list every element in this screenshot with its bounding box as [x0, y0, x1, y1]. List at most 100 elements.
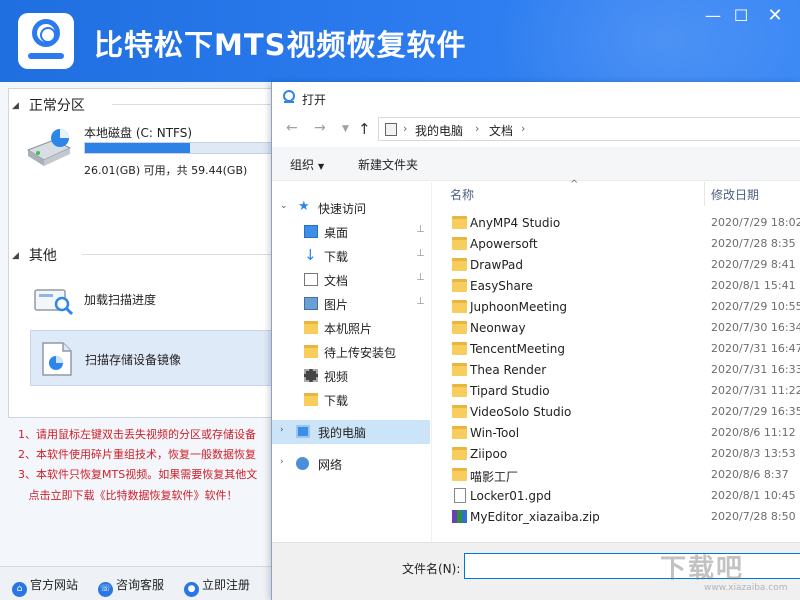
load-scan-progress-item[interactable]: 加载扫描进度	[84, 291, 156, 308]
load-progress-icon[interactable]	[34, 284, 74, 316]
up-arrow-icon[interactable]: ↑	[358, 120, 371, 138]
video-icon	[304, 369, 318, 382]
disk-usage-fill	[85, 143, 191, 153]
computer-icon	[296, 425, 310, 438]
file-name: VideoSolo Studio	[470, 405, 572, 419]
file-modified-date: 2020/8/3 13:53	[711, 447, 796, 460]
dialog-title: 打开	[302, 93, 327, 107]
folder-icon	[452, 363, 467, 376]
forward-arrow-icon[interactable]: →	[314, 120, 326, 136]
organize-button[interactable]: 组织 ▼	[290, 156, 324, 173]
documents-icon	[304, 273, 318, 286]
app-logo-icon	[18, 13, 74, 69]
nav-quick-access[interactable]: ⌄ ★ 快速访问	[272, 196, 430, 220]
file-row[interactable]: VideoSolo Studio 2020/7/29 16:35	[432, 402, 800, 423]
column-divider[interactable]	[704, 182, 705, 206]
recent-locations-chevron-icon[interactable]: ▼	[342, 124, 349, 134]
back-arrow-icon[interactable]: ←	[286, 120, 298, 136]
file-name: Win-Tool	[470, 426, 520, 440]
close-button[interactable]: ✕	[760, 4, 790, 28]
file-row[interactable]: DrawPad 2020/7/29 8:41	[432, 255, 800, 276]
help-note-2: 2、本软件使用碎片重组技术，恢复一般数据恢复	[18, 448, 256, 461]
file-row[interactable]: Win-Tool 2020/8/6 11:12	[432, 423, 800, 444]
star-icon: ★	[298, 199, 310, 214]
file-name: Locker01.gpd	[470, 489, 552, 503]
nav-item[interactable]: 视频	[272, 364, 430, 388]
nav-my-pc[interactable]: › 我的电脑	[272, 420, 430, 444]
filename-input[interactable]	[464, 553, 800, 579]
register-link[interactable]: ● 立即注册	[184, 576, 250, 597]
minimize-button[interactable]: —	[698, 4, 728, 28]
file-row[interactable]: 喵影工厂 2020/8/6 8:37	[432, 465, 800, 486]
file-row[interactable]: JuphoonMeeting 2020/7/29 10:55	[432, 297, 800, 318]
chevron-right-icon: ›	[280, 425, 284, 435]
file-modified-date: 2020/8/1 15:41	[711, 279, 796, 292]
file-name: EasyShare	[470, 279, 533, 293]
file-row[interactable]: EasyShare 2020/8/1 15:41	[432, 276, 800, 297]
file-modified-date: 2020/7/31 11:22	[711, 384, 800, 397]
file-modified-date: 2020/7/29 18:02	[711, 216, 800, 229]
nav-item[interactable]: 图片 ⊥	[272, 292, 430, 316]
filename-label: 文件名(N):	[402, 562, 461, 576]
nav-item[interactable]: 桌面 ⊥	[272, 220, 430, 244]
folder-icon	[452, 447, 467, 460]
nav-item[interactable]: 下载	[272, 388, 430, 412]
file-name: Thea Render	[470, 363, 547, 377]
file-name: MyEditor_xiazaiba.zip	[470, 510, 600, 524]
folder-icon	[452, 300, 467, 313]
breadcrumb-separator-icon: ›	[475, 122, 480, 135]
breadcrumb-documents[interactable]: 文档	[489, 122, 513, 139]
section-normal-partition[interactable]: ◢ 正常分区	[12, 95, 85, 115]
maximize-button[interactable]: ☐	[726, 4, 756, 28]
column-header-name[interactable]: 名称	[450, 186, 474, 203]
file-row[interactable]: Ziipoo 2020/8/3 13:53	[432, 444, 800, 465]
chevron-right-icon: ›	[280, 457, 284, 467]
file-row[interactable]: Neonway 2020/7/30 16:34	[432, 318, 800, 339]
file-row[interactable]: Thea Render 2020/7/31 16:33	[432, 360, 800, 381]
folder-icon	[304, 321, 318, 334]
local-disk-name[interactable]: 本地磁盘 (C: NTFS)	[84, 124, 192, 141]
new-folder-button[interactable]: 新建文件夹	[358, 156, 418, 173]
file-modified-date: 2020/8/6 11:12	[711, 426, 796, 439]
file-modified-date: 2020/7/28 8:35	[711, 237, 796, 250]
section-other[interactable]: ◢ 其他	[12, 245, 57, 265]
disk-size-text: 26.01(GB) 可用，共 59.44(GB)	[84, 164, 248, 177]
file-name: Neonway	[470, 321, 526, 335]
file-row[interactable]: Tipard Studio 2020/7/31 11:22	[432, 381, 800, 402]
breadcrumb-separator-icon: ›	[521, 122, 526, 135]
column-header-date[interactable]: 修改日期	[711, 186, 759, 203]
file-name: TencentMeeting	[470, 342, 565, 356]
zip-archive-icon	[452, 510, 467, 523]
home-icon: ⌂	[12, 582, 27, 597]
pin-icon[interactable]: ⊥	[416, 296, 425, 307]
folder-icon	[304, 345, 318, 358]
section-divider	[82, 254, 272, 255]
official-website-link[interactable]: ⌂ 官方网站	[12, 576, 78, 597]
footer-bar: ⌂ 官方网站 ☏ 咨询客服 ● 立即注册	[0, 566, 274, 600]
local-disk-icon[interactable]	[24, 126, 74, 168]
watermark-url: www.xiazaiba.com	[704, 583, 788, 593]
breadcrumb-my-pc[interactable]: 我的电脑	[415, 122, 463, 139]
nav-item[interactable]: ↓ 下载 ⊥	[272, 244, 430, 268]
nav-item[interactable]: 本机照片	[272, 316, 430, 340]
file-modified-date: 2020/8/6 8:37	[711, 468, 789, 481]
pin-icon[interactable]: ⊥	[416, 272, 425, 283]
scan-device-image-item[interactable]: 扫描存储设备镜像	[30, 330, 274, 386]
customer-service-link[interactable]: ☏ 咨询客服	[98, 576, 164, 597]
pin-icon[interactable]: ⊥	[416, 248, 425, 259]
address-bar[interactable]: › 我的电脑 › 文档 ›	[378, 117, 800, 141]
user-icon: ●	[184, 582, 199, 597]
file-row[interactable]: Locker01.gpd 2020/8/1 10:45	[432, 486, 800, 507]
breadcrumb-separator-icon: ›	[403, 122, 408, 135]
file-row[interactable]: TencentMeeting 2020/7/31 16:47	[432, 339, 800, 360]
folder-icon	[452, 426, 467, 439]
file-row[interactable]: Apowersoft 2020/7/28 8:35	[432, 234, 800, 255]
folder-icon	[452, 216, 467, 229]
pin-icon[interactable]: ⊥	[416, 224, 425, 235]
chevron-down-icon: ⌄	[280, 201, 288, 211]
nav-item[interactable]: 待上传安装包	[272, 340, 430, 364]
nav-network[interactable]: › 网络	[272, 452, 430, 476]
nav-item[interactable]: 文档 ⊥	[272, 268, 430, 292]
file-row[interactable]: AnyMP4 Studio 2020/7/29 18:02	[432, 213, 800, 234]
file-row[interactable]: MyEditor_xiazaiba.zip 2020/7/28 8:50	[432, 507, 800, 528]
